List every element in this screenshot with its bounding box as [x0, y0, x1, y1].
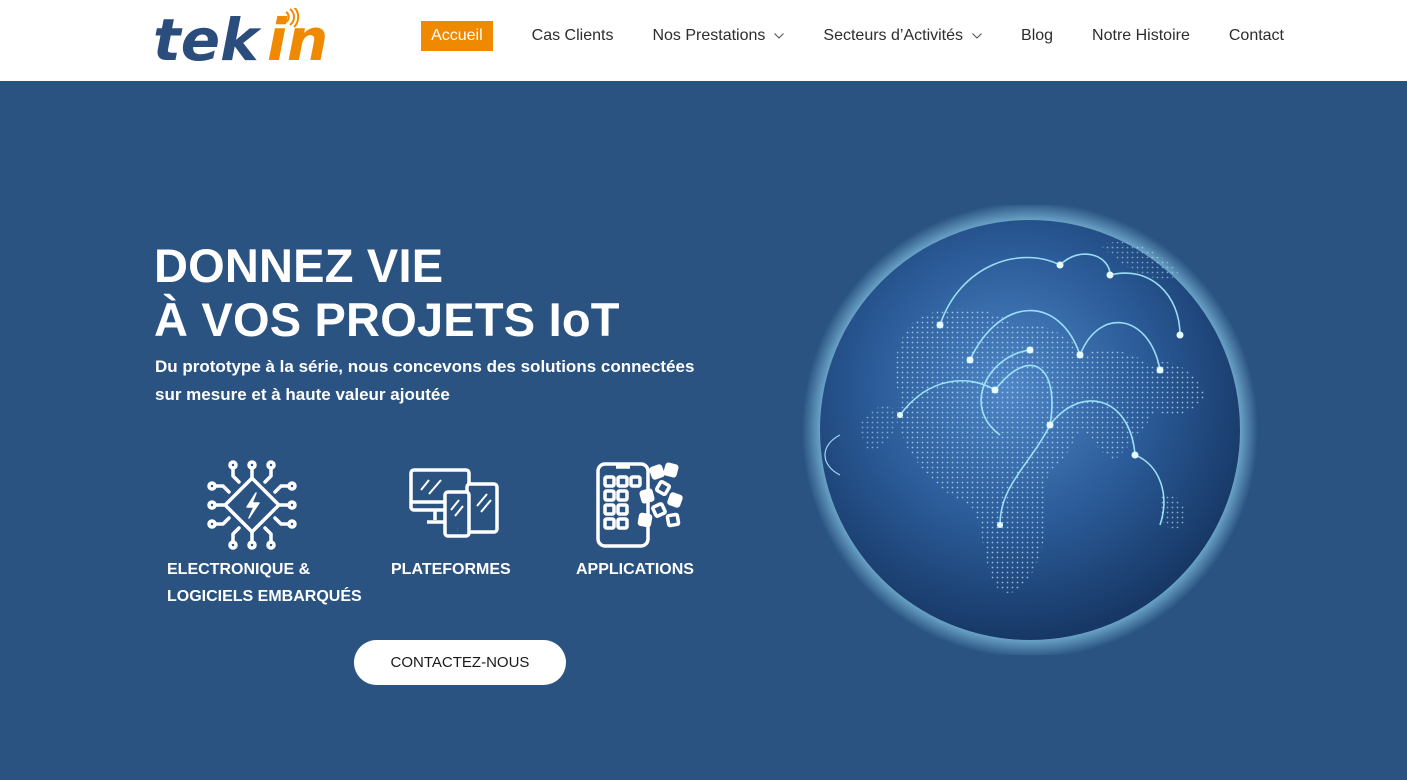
apps-icon: [596, 462, 683, 548]
chip-icon: [207, 460, 297, 550]
feature-plateformes: PLATEFORMES: [391, 466, 511, 583]
globe-network-icon: [802, 205, 1258, 655]
nav-item-notre-histoire[interactable]: Notre Histoire: [1092, 27, 1190, 45]
nav-item-secteurs-activites[interactable]: Secteurs d’Activités: [823, 27, 982, 45]
hero-subtitle-line1: Du prototype à la série, nous concevons …: [155, 357, 695, 376]
svg-text:tek: tek: [153, 8, 262, 66]
feature-label: LOGICIELS EMBARQUÉS: [167, 588, 362, 605]
feature-electronique: ELECTRONIQUE & LOGICIELS EMBARQUÉS: [167, 460, 362, 610]
devices-icon: [409, 468, 499, 538]
nav-item-accueil[interactable]: Accueil: [421, 21, 493, 51]
hero-subtitle: Du prototype à la série, nous concevons …: [155, 353, 715, 409]
nav-item-cas-clients[interactable]: Cas Clients: [532, 27, 614, 45]
contact-cta-button[interactable]: CONTACTEZ-NOUS: [354, 640, 566, 685]
hero-title-line1: DONNEZ VIE: [154, 239, 444, 292]
nav-label: Notre Histoire: [1092, 27, 1190, 44]
feature-label: APPLICATIONS: [576, 561, 694, 578]
nav-label: Blog: [1021, 27, 1054, 44]
nav-item-contact[interactable]: Contact: [1229, 27, 1284, 45]
nav-label: Nos Prestations: [652, 27, 766, 44]
hero-title: DONNEZ VIE À VOS PROJETS IoT: [154, 239, 620, 347]
main-nav: Accueil Cas Clients Nos Prestations Sect…: [421, 0, 1284, 72]
feature-label: ELECTRONIQUE &: [167, 561, 311, 578]
nav-item-blog[interactable]: Blog: [1021, 27, 1053, 45]
nav-item-nos-prestations[interactable]: Nos Prestations: [652, 27, 785, 45]
chevron-down-icon: [972, 33, 982, 39]
nav-label: Secteurs d’Activités: [823, 27, 964, 44]
hero-subtitle-line2: sur mesure et à haute valeur ajoutée: [155, 385, 450, 404]
nav-label: Contact: [1228, 27, 1284, 44]
chevron-down-icon: [774, 33, 785, 39]
nav-label: Accueil: [431, 27, 483, 44]
tekin-logo[interactable]: tek in: [153, 8, 328, 66]
feature-label: PLATEFORMES: [391, 561, 511, 578]
site-header: tek in Accueil Cas Clients Nos Prestatio…: [0, 0, 1407, 81]
nav-label: Cas Clients: [531, 27, 614, 44]
feature-applications: APPLICATIONS: [576, 461, 694, 583]
hero-title-line2: À VOS PROJETS IoT: [154, 293, 620, 346]
